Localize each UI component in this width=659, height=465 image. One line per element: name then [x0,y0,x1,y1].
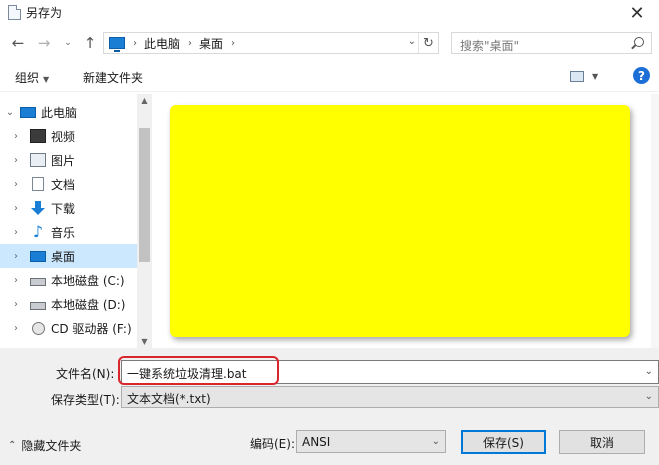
disk-icon [30,302,46,310]
sidebar-item-music[interactable]: › ♪ 音乐 [10,220,147,244]
sidebar-item-label: 本地磁盘 (C:) [51,273,125,288]
breadcrumb-separator[interactable]: › [133,38,137,49]
chevron-right-icon[interactable]: › [10,275,22,286]
filetype-select[interactable]: 文本文档(*.txt) ⌄ [121,386,659,408]
chevron-right-icon[interactable]: › [10,299,22,310]
sidebar-item-local-disk-d[interactable]: › 本地磁盘 (D:) [10,292,147,316]
save-form: 文件名(N): 一键系统垃圾清理.bat ⌄ 保存类型(T): 文本文档(*.t… [0,348,659,465]
chevron-right-icon[interactable]: › [10,203,22,214]
cancel-button[interactable]: 取消 [559,430,645,454]
download-icon [30,201,46,215]
video-icon [30,129,46,143]
navigation-scrollbar[interactable]: ▲ ▼ [137,94,152,348]
refresh-icon[interactable]: ↻ [418,33,438,53]
sidebar-item-downloads[interactable]: › 下载 [10,196,147,220]
chevron-right-icon[interactable]: › [10,131,22,142]
chevron-down-icon: ▼ [592,71,599,81]
chevron-down-icon[interactable]: ⌄ [645,366,653,377]
filename-highlight-annotation [118,356,279,385]
sidebar-item-label: 桌面 [51,249,76,264]
sidebar-item-documents[interactable]: › 文档 [10,172,147,196]
chevron-up-icon: ⌃ [8,440,17,451]
close-button[interactable]: ✕ [615,0,659,26]
sidebar-item-local-disk-c[interactable]: › 本地磁盘 (C:) [10,268,147,292]
sidebar-item-desktop[interactable]: › 桌面 [0,244,137,268]
encoding-select[interactable]: ANSI ⌄ [296,430,446,453]
chevron-down-icon: ▼ [43,75,50,84]
chevron-right-icon[interactable]: › [10,323,22,334]
filetype-value: 文本文档(*.txt) [127,392,211,406]
encoding-label: 编码(E): [250,437,295,451]
sidebar-item-label: 视频 [51,129,76,144]
sidebar-item-label: 下载 [51,201,76,216]
search-icon[interactable] [634,37,644,47]
scroll-down-icon[interactable]: ▼ [137,337,152,346]
sidebar-item-cd-drive-f[interactable]: › CD 驱动器 (F:) [10,316,147,340]
scrollbar-thumb[interactable] [139,128,150,262]
breadcrumb-separator[interactable]: › [231,38,235,49]
new-folder-button[interactable]: 新建文件夹 [83,69,143,86]
sidebar-item-this-pc[interactable]: ⌄ 此电脑 [4,100,141,124]
search-input[interactable]: 搜索"桌面" [451,32,652,54]
navigation-bar: ← → ⌄ ↑ › 此电脑 › 桌面 › ⌄ ↻ 搜索"桌面" [0,28,659,58]
navigation-pane: ⌄ 此电脑 › 视频 › 图片 › 文档 › 下载 › ♪ 音乐 › 桌面 › … [0,94,152,348]
save-button[interactable]: 保存(S) [461,430,546,454]
breadcrumb-this-pc[interactable]: 此电脑 [144,35,180,52]
document-icon [32,177,44,191]
address-dropdown-icon[interactable]: ⌄ [408,36,416,47]
title-bar: 另存为 ✕ [0,0,659,26]
sidebar-item-pictures[interactable]: › 图片 [10,148,147,172]
sidebar-item-label: CD 驱动器 (F:) [51,321,132,336]
pc-icon [20,106,36,118]
hide-folders-button[interactable]: ⌃ 隐藏文件夹 [8,437,81,454]
organize-label: 组织 [15,71,40,85]
chevron-down-icon: ⌄ [644,391,653,402]
chevron-down-icon: ⌄ [431,436,440,447]
up-button[interactable]: ↑ [80,33,100,53]
forward-button[interactable]: → [34,33,54,53]
hide-folders-label: 隐藏文件夹 [21,439,82,453]
search-placeholder: 搜索"桌面" [460,39,520,53]
file-list-area[interactable] [158,94,659,348]
computer-icon [109,37,125,52]
filetype-label: 保存类型(T): [51,393,120,407]
yellow-preview-card [170,105,630,337]
command-toolbar: 组织 ▼ 新建文件夹 ▼ ? [0,60,659,92]
notepad-icon [8,5,21,20]
sidebar-item-label: 图片 [51,153,76,168]
content-scrollbar[interactable] [651,94,659,348]
breadcrumb-separator[interactable]: › [188,38,192,49]
address-bar[interactable]: › 此电脑 › 桌面 › ⌄ ↻ [103,32,439,54]
scroll-up-icon[interactable]: ▲ [137,96,152,105]
breadcrumb-desktop[interactable]: 桌面 [199,35,223,52]
chevron-right-icon[interactable]: › [10,251,22,262]
sidebar-item-label: 文档 [51,177,76,192]
sidebar-item-label: 此电脑 [41,105,78,120]
organize-button[interactable]: 组织 ▼ [15,69,49,86]
encoding-value: ANSI [302,435,331,449]
desktop-icon [30,250,46,262]
help-icon[interactable]: ? [633,67,650,84]
sidebar-item-videos[interactable]: › 视频 [10,124,147,148]
window-title: 另存为 [26,6,63,20]
back-button[interactable]: ← [8,33,28,53]
sidebar-item-label: 本地磁盘 (D:) [51,297,126,312]
cd-icon [32,321,45,335]
sidebar-item-label: 音乐 [51,225,76,240]
disk-icon [30,278,46,286]
chevron-right-icon[interactable]: › [10,227,22,238]
music-icon: ♪ [32,222,44,241]
chevron-down-icon[interactable]: ⌄ [4,107,16,118]
change-view-button[interactable]: ▼ [570,68,606,84]
filename-label: 文件名(N): [56,367,115,381]
picture-icon [30,153,46,167]
chevron-right-icon[interactable]: › [10,155,22,166]
chevron-right-icon[interactable]: › [10,179,22,190]
view-icon [570,70,584,82]
recent-locations-dropdown[interactable]: ⌄ [58,33,78,53]
